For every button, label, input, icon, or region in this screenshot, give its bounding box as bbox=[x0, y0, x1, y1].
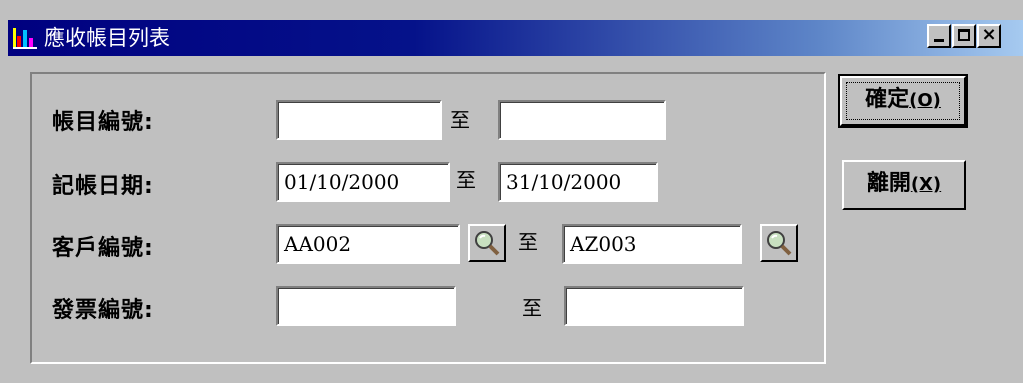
account-number-to-label: 至 bbox=[450, 108, 470, 132]
close-button[interactable]: × bbox=[977, 24, 1001, 48]
posting-date-label: 記帳日期: bbox=[52, 174, 154, 199]
customer-number-to-input[interactable]: AZ003 bbox=[562, 224, 742, 264]
maximize-button[interactable] bbox=[952, 24, 976, 48]
posting-date-to-label: 至 bbox=[456, 168, 476, 192]
invoice-number-to-label: 至 bbox=[522, 296, 542, 320]
dialog-window: 應收帳目列表 × 帳目編號: 至 記帳日期: 01/10/2000 至 31/1… bbox=[0, 0, 1023, 383]
customer-to-lookup-button[interactable] bbox=[760, 224, 798, 262]
posting-date-to-input[interactable]: 31/10/2000 bbox=[498, 162, 658, 202]
title-bar[interactable]: 應收帳目列表 × bbox=[8, 20, 1023, 56]
posting-date-from-input[interactable]: 01/10/2000 bbox=[276, 162, 450, 202]
invoice-number-from-input[interactable] bbox=[276, 286, 456, 326]
exit-button-label: 離開 bbox=[866, 171, 911, 196]
account-number-to-input[interactable] bbox=[498, 100, 666, 140]
exit-button[interactable]: 離開(X) bbox=[842, 160, 966, 210]
minimize-button[interactable] bbox=[927, 24, 951, 48]
focus-rectangle bbox=[846, 82, 960, 120]
window-title: 應收帳目列表 bbox=[44, 26, 170, 50]
customer-number-label: 客戶編號: bbox=[52, 236, 154, 261]
customer-from-lookup-button[interactable] bbox=[468, 224, 506, 262]
magnifier-icon bbox=[767, 231, 792, 256]
maximize-icon bbox=[958, 29, 970, 41]
bar-chart-icon bbox=[13, 28, 37, 49]
dialog-body: 帳目編號: 至 記帳日期: 01/10/2000 至 31/10/2000 客戶… bbox=[8, 56, 1023, 383]
invoice-number-label: 發票編號: bbox=[52, 298, 154, 323]
customer-number-from-input[interactable]: AA002 bbox=[276, 224, 460, 264]
exit-button-shortcut: (X) bbox=[910, 174, 942, 195]
confirm-button[interactable]: 確定(O) bbox=[838, 74, 968, 128]
magnifier-icon bbox=[475, 231, 500, 256]
invoice-number-to-input[interactable] bbox=[564, 286, 744, 326]
account-number-from-input[interactable] bbox=[276, 100, 442, 140]
account-number-label: 帳目編號: bbox=[52, 110, 154, 135]
customer-number-to-label: 至 bbox=[518, 230, 538, 254]
minimize-icon bbox=[934, 39, 944, 42]
close-icon: × bbox=[981, 24, 997, 45]
